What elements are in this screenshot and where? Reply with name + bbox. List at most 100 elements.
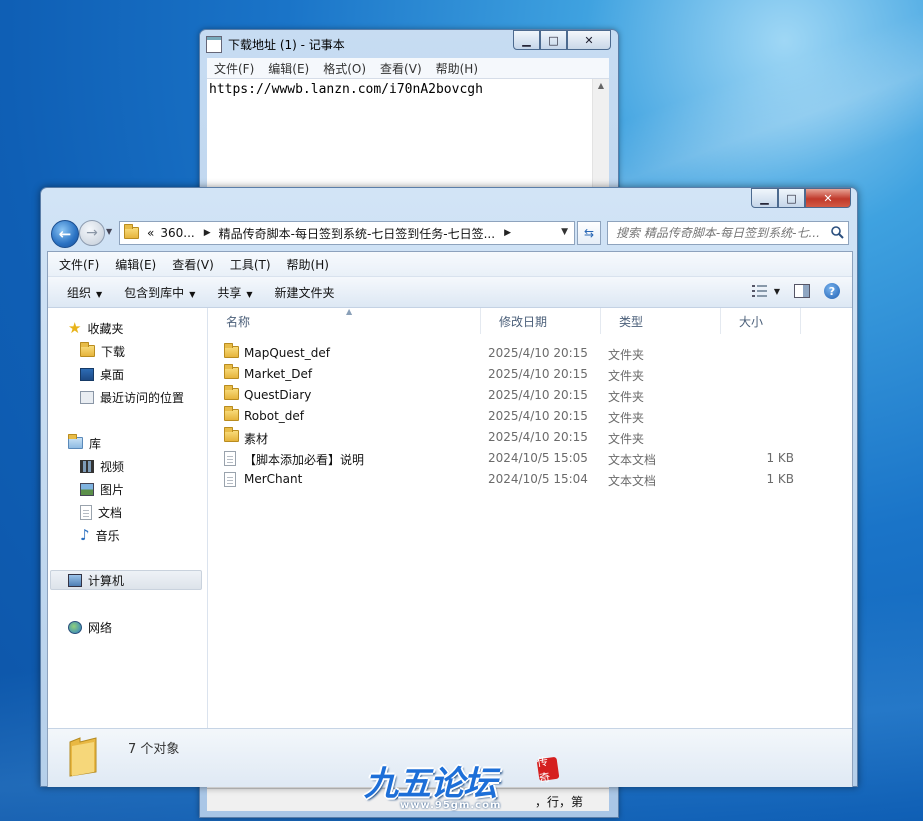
nav-documents[interactable]: 文档	[80, 502, 122, 522]
documents-icon	[80, 504, 92, 520]
nav-music[interactable]: ♪ 音乐	[80, 525, 120, 545]
notepad-title: 下载地址 (1) - 记事本	[228, 37, 345, 52]
file-row[interactable]: 【脚本添加必看】说明 2024/10/5 15:05 文本文档 1 KB	[224, 448, 834, 468]
menu-view[interactable]: 查看(V)	[164, 256, 222, 273]
nav-videos[interactable]: 视频	[80, 456, 124, 476]
file-row[interactable]: MerChant 2024/10/5 15:04 文本文档 1 KB	[224, 469, 834, 489]
close-button[interactable]: ✕	[567, 30, 611, 50]
nav-favorites-label: 收藏夹	[87, 321, 124, 336]
file-row[interactable]: 素材 2025/4/10 20:15 文件夹	[224, 427, 834, 447]
breadcrumb-separator-icon[interactable]: ▶	[204, 228, 211, 238]
recent-places-icon	[80, 390, 94, 404]
file-date: 2025/4/10 20:15	[488, 409, 588, 423]
file-type: 文本文档	[608, 453, 657, 467]
navigation-row: ← → ▼ « 360... ▶ 精品传奇脚本-每日签到系统-七日签到任务-七日…	[49, 218, 849, 248]
search-box[interactable]	[607, 221, 849, 245]
nav-desktop[interactable]: 桌面	[80, 364, 124, 384]
share-label: 共享	[217, 285, 242, 300]
file-row[interactable]: Robot_def 2025/4/10 20:15 文件夹	[224, 406, 834, 426]
nav-pictures[interactable]: 图片	[80, 479, 124, 499]
chevron-down-icon: ▼	[246, 289, 253, 299]
organize-button[interactable]: 组织 ▼	[56, 284, 113, 301]
network-icon	[68, 620, 82, 634]
file-name: Robot_def	[244, 409, 305, 423]
nav-network[interactable]: 网络	[68, 617, 112, 637]
new-folder-button[interactable]: 新建文件夹	[264, 284, 346, 301]
folder-icon	[224, 364, 239, 379]
share-button[interactable]: 共享 ▼	[206, 284, 263, 301]
menu-file[interactable]: 文件(F)	[51, 256, 107, 273]
command-bar: 组织 ▼ 包含到库中 ▼ 共享 ▼ 新建文件夹 ▼ ?	[48, 277, 852, 308]
nav-downloads[interactable]: 下载	[80, 341, 125, 361]
chevron-down-icon: ▼	[189, 289, 196, 299]
minimize-button[interactable]: ▁	[513, 30, 540, 50]
menu-file[interactable]: 文件(F)	[207, 58, 261, 78]
menu-format[interactable]: 格式(O)	[316, 58, 373, 78]
change-view-button[interactable]: ▼	[751, 285, 780, 297]
preview-pane-icon[interactable]	[794, 284, 810, 298]
nav-favorites[interactable]: ★ 收藏夹	[68, 318, 123, 338]
recent-pages-dropdown-icon[interactable]: ▼	[106, 227, 112, 236]
nav-desktop-label: 桌面	[100, 367, 125, 382]
nav-music-label: 音乐	[95, 528, 120, 543]
menu-tools[interactable]: 工具(T)	[222, 256, 279, 273]
file-row[interactable]: Market_Def 2025/4/10 20:15 文件夹	[224, 364, 834, 384]
forward-button[interactable]: →	[79, 220, 105, 246]
menu-view[interactable]: 查看(V)	[373, 58, 429, 78]
file-row[interactable]: MapQuest_def 2025/4/10 20:15 文件夹	[224, 343, 834, 363]
notepad-titlebar[interactable]: 下载地址 (1) - 记事本	[206, 34, 345, 54]
menu-edit[interactable]: 编辑(E)	[261, 58, 316, 78]
back-arrow-icon: ←	[58, 225, 72, 243]
back-button[interactable]: ←	[51, 220, 79, 248]
file-row[interactable]: QuestDiary 2025/4/10 20:15 文件夹	[224, 385, 834, 405]
watermark-logo-text: 九五论坛	[364, 764, 497, 804]
close-button[interactable]: ✕	[805, 188, 851, 208]
notepad-vertical-scrollbar[interactable]: ▲	[592, 79, 609, 189]
file-size: 1 KB	[766, 472, 794, 486]
minimize-button[interactable]: ▁	[751, 188, 778, 208]
include-in-library-button[interactable]: 包含到库中 ▼	[113, 284, 206, 301]
maximize-button[interactable]: □	[778, 188, 805, 208]
breadcrumb-item[interactable]: 精品传奇脚本-每日签到系统-七日签到任务-七日签...	[219, 225, 495, 242]
folder-icon	[124, 224, 139, 239]
search-icon[interactable]	[830, 225, 844, 239]
help-icon[interactable]: ?	[824, 283, 840, 299]
column-header-modified[interactable]: 修改日期	[481, 308, 601, 334]
column-header-name[interactable]: 名称	[208, 308, 481, 334]
nav-documents-label: 文档	[98, 505, 123, 520]
address-bar[interactable]: « 360... ▶ 精品传奇脚本-每日签到系统-七日签到任务-七日签... ▶…	[119, 221, 575, 245]
menu-help[interactable]: 帮助(H)	[429, 58, 485, 78]
file-name: QuestDiary	[244, 388, 312, 402]
nav-recent-places[interactable]: 最近访问的位置	[80, 387, 184, 407]
nav-recent-label: 最近访问的位置	[100, 390, 185, 405]
star-icon: ★	[68, 318, 82, 337]
file-type: 文件夹	[608, 348, 645, 362]
explorer-caption-buttons: ▁ □ ✕	[751, 188, 851, 208]
file-name: MerChant	[244, 472, 303, 486]
menu-help[interactable]: 帮助(H)	[279, 256, 337, 273]
folder-icon	[224, 343, 239, 358]
videos-icon	[80, 459, 94, 473]
scroll-up-icon[interactable]: ▲	[593, 79, 609, 93]
refresh-button[interactable]: ⇆	[577, 221, 601, 245]
watermark-url: www.95gm.com	[400, 800, 502, 811]
address-dropdown-icon[interactable]: ▼	[561, 227, 568, 237]
item-count: 7 个对象	[128, 742, 180, 757]
breadcrumb-separator-icon[interactable]: ▶	[504, 228, 511, 238]
column-header-size[interactable]: 大小	[721, 308, 801, 334]
notepad-content[interactable]: https://wwwb.lanzn.com/i70nA2bovcgh	[209, 82, 483, 97]
file-name: Market_Def	[244, 367, 313, 381]
explorer-window[interactable]: ▁ □ ✕ ← → ▼ « 360... ▶ 精品传奇脚本-每日签到系统-七日签…	[40, 187, 858, 787]
breadcrumb-chevron[interactable]: «	[147, 226, 154, 240]
explorer-client-area: 文件(F) 编辑(E) 查看(V) 工具(T) 帮助(H) 组织 ▼ 包含到库中 ▼…	[47, 251, 853, 787]
search-input[interactable]	[614, 223, 823, 243]
include-in-library-label: 包含到库中	[124, 285, 185, 300]
file-date: 2025/4/10 20:15	[488, 367, 588, 381]
nav-computer[interactable]: 计算机	[50, 570, 202, 590]
maximize-button[interactable]: □	[540, 30, 567, 50]
nav-libraries[interactable]: 库	[68, 433, 101, 453]
column-header-type[interactable]: 类型	[601, 308, 721, 334]
menu-edit[interactable]: 编辑(E)	[107, 256, 164, 273]
text-document-icon	[224, 472, 236, 487]
breadcrumb-item[interactable]: 360...	[160, 226, 194, 240]
